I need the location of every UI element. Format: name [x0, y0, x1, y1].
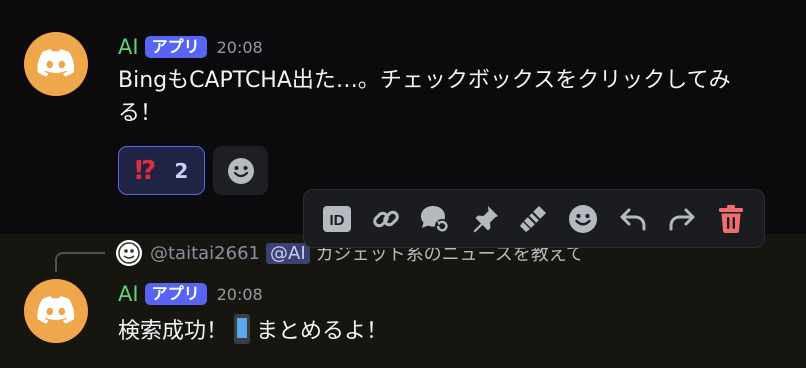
add-reaction-toolbar-button[interactable]: [559, 197, 608, 241]
reply-connector: [55, 252, 105, 272]
app-badge: アプリ: [144, 36, 207, 58]
reaction-count: 2: [174, 158, 189, 183]
message-content: 検索成功！ まとめるよ！: [118, 314, 758, 348]
delete-button[interactable]: [707, 197, 756, 241]
message-header: AI アプリ 20:08: [118, 281, 263, 307]
discord-logo-icon: [37, 296, 75, 324]
add-reaction-button[interactable]: [213, 146, 268, 195]
copy-id-button[interactable]: ID: [312, 197, 361, 241]
timestamp[interactable]: 20:08: [217, 38, 263, 57]
copy-link-button[interactable]: [361, 197, 410, 241]
smiley-icon: [227, 157, 254, 184]
message-content: BingもCAPTCHA出た…。チェックボックスをクリックしてみる！: [118, 68, 731, 126]
id-icon: ID: [322, 205, 351, 232]
create-thread-button[interactable]: [411, 197, 460, 241]
pin-icon: [473, 205, 498, 232]
reply-arrow-icon: [620, 208, 646, 230]
app-badge: アプリ: [144, 283, 207, 305]
discord-logo-icon: [37, 49, 75, 77]
svg-text:ID: ID: [329, 212, 344, 229]
reply-avatar[interactable]: [116, 240, 142, 266]
avatar[interactable]: [24, 32, 88, 96]
forward-arrow-icon: [669, 208, 695, 230]
timestamp[interactable]: 20:08: [217, 285, 263, 304]
message-2: @taitai2661 @AI カジェット系のニュースを教えて AI アプリ 2…: [0, 234, 806, 368]
message-header: AI アプリ 20:08: [118, 34, 263, 60]
author-name[interactable]: AI: [118, 282, 139, 306]
message-text-end: まとめるよ！: [256, 319, 389, 344]
interrobang-emoji: ⁉: [134, 155, 157, 186]
user-avatar-icon: [118, 242, 140, 264]
smiley-icon: [569, 204, 598, 233]
mobile-phone-icon: [234, 314, 251, 344]
pin-button[interactable]: [460, 197, 509, 241]
thread-icon: [421, 205, 450, 233]
message-actions-toolbar: ID: [303, 189, 765, 248]
apps-button[interactable]: [509, 197, 558, 241]
author-name[interactable]: AI: [118, 35, 139, 59]
forward-button[interactable]: [657, 197, 706, 241]
message-text-start: 検索成功！: [118, 319, 229, 344]
reaction-interrobang[interactable]: ⁉ 2: [118, 146, 205, 195]
link-icon: [373, 210, 399, 227]
trash-icon: [719, 204, 744, 233]
reply-username[interactable]: @taitai2661: [150, 243, 260, 264]
avatar[interactable]: [24, 279, 88, 343]
reply-button[interactable]: [608, 197, 657, 241]
reactions: ⁉ 2: [118, 146, 268, 195]
apps-icon: [519, 205, 546, 232]
mention[interactable]: @AI: [266, 242, 310, 264]
